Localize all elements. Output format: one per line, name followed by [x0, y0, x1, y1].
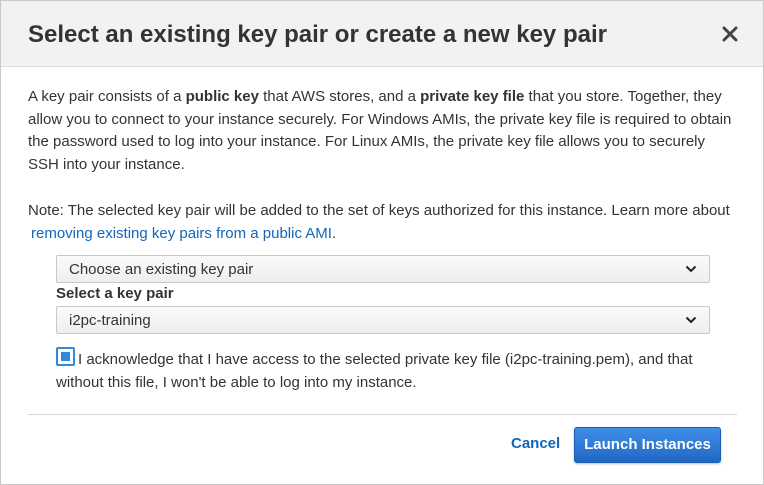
launch-instances-button[interactable]: Launch Instances [574, 427, 721, 463]
key-pair-description: A key pair consists of a public key that… [28, 86, 738, 176]
key-pair-select[interactable]: i2pc-training [56, 306, 710, 334]
key-pair-select-value: i2pc-training [69, 312, 151, 329]
dialog-title: Select an existing key pair or create a … [28, 21, 607, 48]
description-bold-public-key: public key [185, 88, 259, 105]
acknowledge-checkbox[interactable] [56, 347, 75, 366]
checkbox-checked-mark [61, 352, 70, 361]
description-text: A key pair consists of a [28, 88, 186, 105]
dialog-header: Select an existing key pair or create a … [1, 1, 763, 67]
description-text: that AWS stores, and a [258, 88, 421, 105]
close-icon[interactable] [719, 23, 741, 45]
key-pair-dialog: Select an existing key pair or create a … [0, 0, 764, 485]
chevron-down-icon [685, 265, 697, 273]
chevron-down-icon [685, 316, 697, 324]
removing-key-pairs-link[interactable]: removing existing key pairs from a publi… [31, 225, 332, 242]
description-bold-private-key: private key file [420, 88, 525, 105]
acknowledge-text: I acknowledge that I have access to the … [56, 351, 693, 391]
cancel-button[interactable]: Cancel [511, 435, 560, 452]
key-pair-mode-select[interactable]: Choose an existing key pair [56, 255, 710, 283]
key-pair-mode-value: Choose an existing key pair [69, 261, 254, 278]
note-text: Note: The selected key pair will be adde… [28, 202, 730, 219]
select-key-pair-label: Select a key pair [56, 285, 174, 302]
key-pair-note: Note: The selected key pair will be adde… [28, 200, 738, 245]
footer-divider [28, 414, 737, 415]
note-suffix: . [331, 224, 337, 242]
